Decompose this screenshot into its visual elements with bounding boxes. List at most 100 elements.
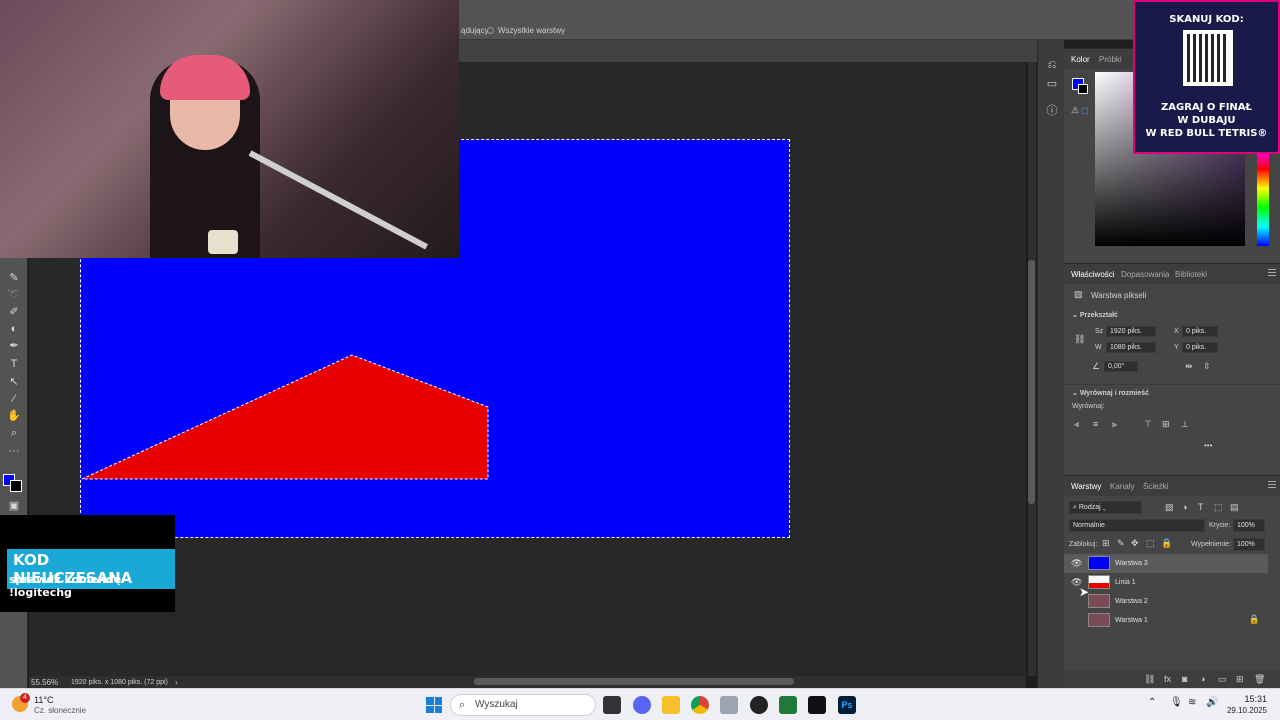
tab-channels[interactable]: Kanały — [1110, 482, 1134, 491]
start-icon[interactable] — [426, 697, 442, 713]
info-icon[interactable]: ⓘ — [1045, 104, 1059, 118]
align-left-icon[interactable]: ⫷ — [1074, 419, 1079, 430]
tray-chevron-icon[interactable]: ⌃ — [1148, 697, 1156, 708]
background-color-swatch[interactable] — [10, 480, 22, 492]
brush-tool-icon[interactable]: ✐ — [5, 304, 23, 320]
weather-desc[interactable]: Cz. słonecznie — [34, 706, 86, 715]
delete-layer-icon[interactable]: 🗑 — [1254, 674, 1265, 685]
tab-libraries[interactable]: Biblioteki — [1175, 270, 1207, 279]
history-icon[interactable]: ⎌ — [1045, 58, 1059, 72]
blend-mode-select[interactable]: Normalnie — [1069, 519, 1205, 532]
tab-properties[interactable]: Właściwości — [1071, 270, 1115, 279]
volume-icon[interactable]: 🔊 — [1206, 697, 1218, 708]
all-layers-checkbox[interactable]: Wszystkie warstwy — [487, 26, 565, 35]
tab-paths[interactable]: Ścieżki — [1143, 482, 1168, 491]
app-icon[interactable] — [808, 696, 826, 714]
tab-color[interactable]: Kolor — [1071, 55, 1090, 64]
zoom-level[interactable]: 55.56% — [31, 678, 58, 687]
filter-smart-icon[interactable]: ▤ — [1230, 502, 1239, 513]
tab-layers[interactable]: Warstwy — [1071, 482, 1101, 491]
horizontal-scroll-thumb[interactable] — [474, 678, 794, 685]
line-tool-icon[interactable]: ⁄ — [5, 391, 23, 407]
fx-icon[interactable]: fx — [1164, 674, 1171, 684]
clock-date[interactable]: 29.10.2025 — [1221, 706, 1267, 715]
file-explorer-icon[interactable] — [662, 696, 680, 714]
hue-slider[interactable] — [1257, 150, 1269, 246]
link-dimensions-icon[interactable]: ⛓ — [1074, 334, 1085, 345]
vertical-scroll-thumb[interactable] — [1028, 260, 1035, 504]
type-tool-icon[interactable]: T — [5, 356, 23, 372]
clock-time[interactable]: 15:31 — [1229, 694, 1267, 704]
align-middle-icon[interactable]: ⊞ — [1162, 419, 1170, 430]
filter-type-icon[interactable]: T — [1198, 502, 1204, 512]
transform-section-title[interactable]: ⌄ Przekształć — [1072, 311, 1118, 319]
visibility-eye-icon[interactable]: 👁 — [1071, 558, 1082, 569]
app-icon[interactable] — [779, 696, 797, 714]
tab-swatches[interactable]: Próbki — [1099, 55, 1122, 64]
pen-tool-icon[interactable]: ✎ — [5, 270, 23, 286]
chrome-icon[interactable] — [691, 696, 709, 714]
photoshop-icon[interactable]: Ps — [838, 696, 856, 714]
panel-bg-swatch[interactable] — [1078, 84, 1088, 94]
search-icon: ⌕ — [459, 699, 466, 711]
align-center-icon[interactable]: ≡ — [1093, 419, 1098, 429]
layers-menu-icon[interactable] — [1268, 481, 1276, 488]
fill-field[interactable]: 100% — [1233, 538, 1265, 551]
comments-icon[interactable]: ▭ — [1045, 77, 1059, 91]
app-icon[interactable] — [720, 696, 738, 714]
new-layer-icon[interactable]: ⊞ — [1236, 674, 1244, 685]
task-view-icon[interactable] — [603, 696, 621, 714]
adjustment-layer-icon[interactable]: ◑ — [1200, 674, 1205, 684]
lock-pixels-icon[interactable]: ✎ — [1117, 538, 1125, 549]
angle-field[interactable]: 0,00° — [1104, 361, 1138, 372]
add-mask-icon[interactable]: ◙ — [1182, 674, 1187, 684]
opacity-field[interactable]: 100% — [1233, 519, 1265, 532]
hand-tool-icon[interactable]: ✋ — [5, 408, 23, 424]
panel-menu-icon[interactable] — [1268, 269, 1276, 276]
flip-vertical-icon[interactable]: ⇳ — [1203, 361, 1211, 372]
flip-horizontal-icon[interactable]: ⇹ — [1185, 361, 1193, 372]
taskbar-search[interactable]: ⌕ Wyszukaj — [450, 694, 596, 716]
group-icon[interactable]: ▭ — [1218, 674, 1227, 685]
lock-artboard-icon[interactable]: ⬚ — [1146, 538, 1155, 549]
wifi-icon[interactable]: ≋ — [1188, 697, 1196, 708]
mic-icon[interactable]: 🎙 — [1170, 697, 1183, 708]
obs-icon[interactable] — [750, 696, 768, 714]
path-tool-icon[interactable]: ✒ — [5, 338, 23, 354]
layer-row[interactable]: Warstwa 2 — [1064, 592, 1268, 611]
lock-position-icon[interactable]: ✥ — [1131, 538, 1139, 549]
link-layers-icon[interactable]: ⛓ — [1144, 674, 1155, 685]
selection-tool-icon[interactable]: ↖ — [5, 374, 23, 390]
more-options-button[interactable]: ••• — [1204, 441, 1212, 450]
align-right-icon[interactable]: ⫸ — [1112, 419, 1117, 430]
layer-thumbnail — [1088, 613, 1110, 627]
align-section-title[interactable]: ⌄ Wyrównaj i rozmieść — [1072, 389, 1149, 397]
opacity-label: Krycie: — [1209, 522, 1231, 529]
x-field[interactable]: 0 piks. — [1182, 326, 1218, 337]
align-bottom-icon[interactable]: ⊥ — [1181, 419, 1189, 430]
layer-row[interactable]: 👁 Warstwa 3 — [1064, 554, 1268, 573]
layer-row[interactable]: Warstwa 1 🔒 — [1064, 611, 1268, 630]
zoom-tool-icon[interactable]: ⌕ — [5, 425, 23, 441]
layer-filter-select[interactable]: ⌕ Rodzaj ⌄ — [1069, 501, 1142, 514]
doc-info: 1920 piks. x 1080 piks. (72 ppi) — [71, 679, 168, 686]
quick-mask-icon[interactable]: ▣ — [5, 498, 23, 514]
discord-icon[interactable] — [633, 696, 651, 714]
status-arrow-icon[interactable]: › — [175, 678, 178, 687]
y-field[interactable]: 0 piks. — [1182, 342, 1218, 353]
weather-temp[interactable]: 11°C — [34, 695, 53, 705]
width-field[interactable]: 1920 piks. — [1106, 326, 1156, 337]
filter-pixel-icon[interactable]: ▨ — [1165, 502, 1174, 513]
tab-adjustments[interactable]: Dopasowania — [1121, 270, 1169, 279]
align-top-icon[interactable]: ⊤ — [1144, 419, 1152, 430]
lock-all-icon[interactable]: 🔒 — [1161, 538, 1172, 549]
eraser-tool-icon[interactable]: ◐ — [5, 321, 23, 337]
filter-adjust-icon[interactable]: ◑ — [1182, 502, 1187, 512]
lock-transparency-icon[interactable]: ⊞ — [1102, 538, 1110, 549]
height-field[interactable]: 1080 piks. — [1106, 342, 1156, 353]
filter-shape-icon[interactable]: ⬚ — [1214, 502, 1223, 513]
qr-code-icon — [1183, 30, 1233, 86]
layer-row[interactable]: 👁 Linia 1 — [1064, 573, 1268, 592]
more-tools-icon[interactable]: ··· — [5, 443, 23, 459]
lasso-tool-icon[interactable]: ➰ — [5, 287, 23, 303]
